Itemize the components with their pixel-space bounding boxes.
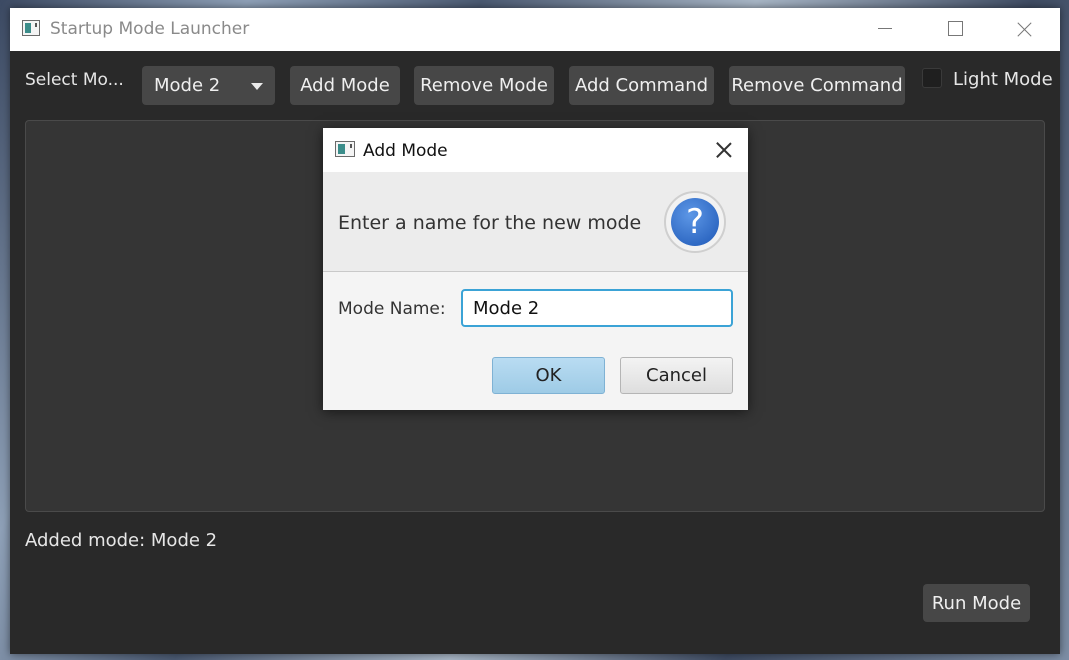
mode-name-label: Mode Name:: [338, 299, 446, 319]
dialog-title: Add Mode: [363, 141, 448, 161]
close-icon[interactable]: [990, 8, 1060, 51]
dialog-app-icon: [335, 141, 355, 157]
app-icon: [22, 20, 40, 36]
dialog-header-text: Enter a name for the new mode: [338, 212, 642, 234]
mode-select-value: Mode 2: [154, 75, 221, 96]
select-mode-label: Select Mo...: [25, 70, 124, 90]
title-bar[interactable]: Startup Mode Launcher: [10, 8, 1060, 51]
add-command-button[interactable]: Add Command: [569, 66, 714, 105]
dialog-title-bar[interactable]: Add Mode: [323, 128, 748, 172]
dialog-header: Enter a name for the new mode ?: [323, 172, 748, 272]
chevron-down-icon: [251, 83, 263, 90]
status-text: Added mode: Mode 2: [25, 530, 218, 551]
run-mode-button[interactable]: Run Mode: [923, 584, 1030, 622]
mode-select[interactable]: Mode 2: [142, 66, 275, 105]
light-mode-label: Light Mode: [953, 69, 1053, 90]
light-mode-checkbox[interactable]: [922, 68, 942, 88]
window-title: Startup Mode Launcher: [50, 19, 250, 39]
mode-name-input[interactable]: [461, 289, 733, 327]
ok-button[interactable]: OK: [492, 357, 605, 394]
maximize-icon[interactable]: [920, 8, 990, 51]
dialog-close-icon[interactable]: [703, 134, 743, 166]
question-glyph: ?: [671, 198, 719, 246]
minimize-icon[interactable]: [850, 8, 920, 51]
remove-mode-button[interactable]: Remove Mode: [414, 66, 554, 105]
remove-command-button[interactable]: Remove Command: [729, 66, 905, 105]
question-icon: ?: [664, 191, 726, 253]
add-mode-dialog: Add Mode Enter a name for the new mode ?…: [323, 128, 748, 410]
add-mode-button[interactable]: Add Mode: [290, 66, 400, 105]
cancel-button[interactable]: Cancel: [620, 357, 733, 394]
